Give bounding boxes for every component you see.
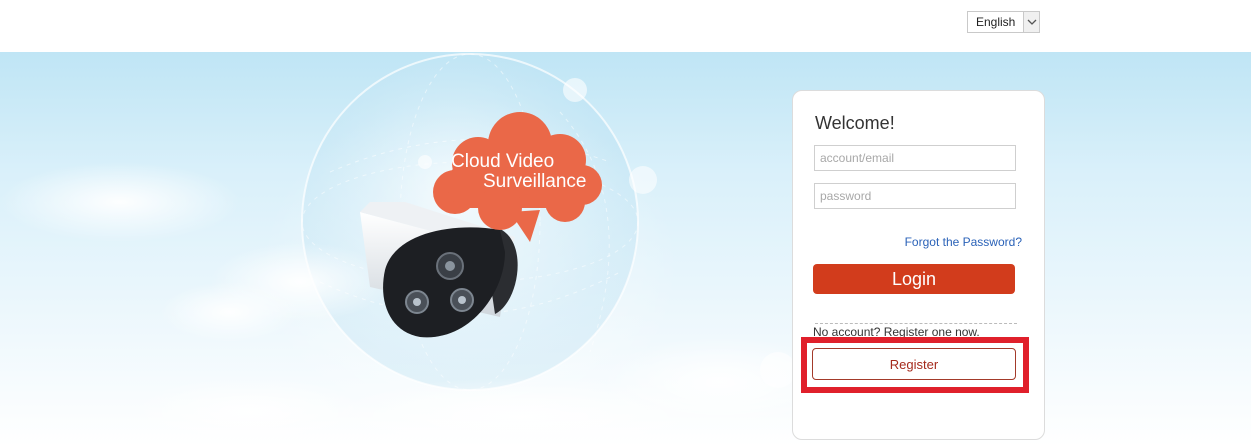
chevron-down-icon[interactable] [1023,12,1039,32]
login-button[interactable]: Login [813,264,1015,294]
forgot-password-link[interactable]: Forgot the Password? [905,235,1022,249]
hero-illustration [0,53,840,446]
language-select[interactable]: English [967,11,1040,33]
language-selected-value: English [976,15,1016,29]
hero-banner [0,52,1251,446]
password-input[interactable] [814,183,1016,209]
bubble-title-line2: Surveillance [483,171,587,192]
bubble-title-line1: Cloud Video [451,151,555,172]
register-button[interactable]: Register [812,348,1016,380]
top-bar: English [0,0,1251,52]
welcome-title: Welcome! [815,113,895,133]
divider [815,323,1017,324]
account-input[interactable] [814,145,1016,171]
